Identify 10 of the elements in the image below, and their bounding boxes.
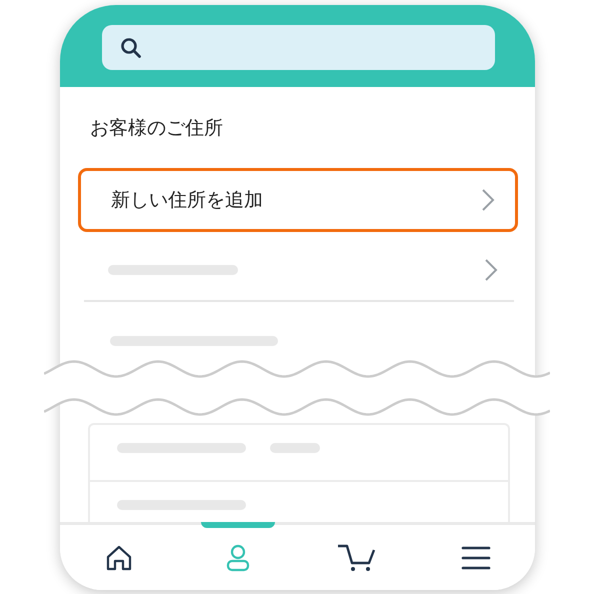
home-icon: [105, 544, 134, 570]
add-address-row[interactable]: 新しい住所を追加: [78, 168, 518, 232]
search-icon: [120, 36, 142, 58]
person-icon: [226, 544, 250, 572]
section-title: お客様のご住所: [90, 116, 224, 141]
search-field[interactable]: [102, 25, 495, 70]
chevron-right-icon: [481, 188, 495, 212]
cart-icon: [336, 544, 377, 572]
menu-icon: [460, 544, 491, 570]
chevron-right-icon: [484, 258, 498, 282]
